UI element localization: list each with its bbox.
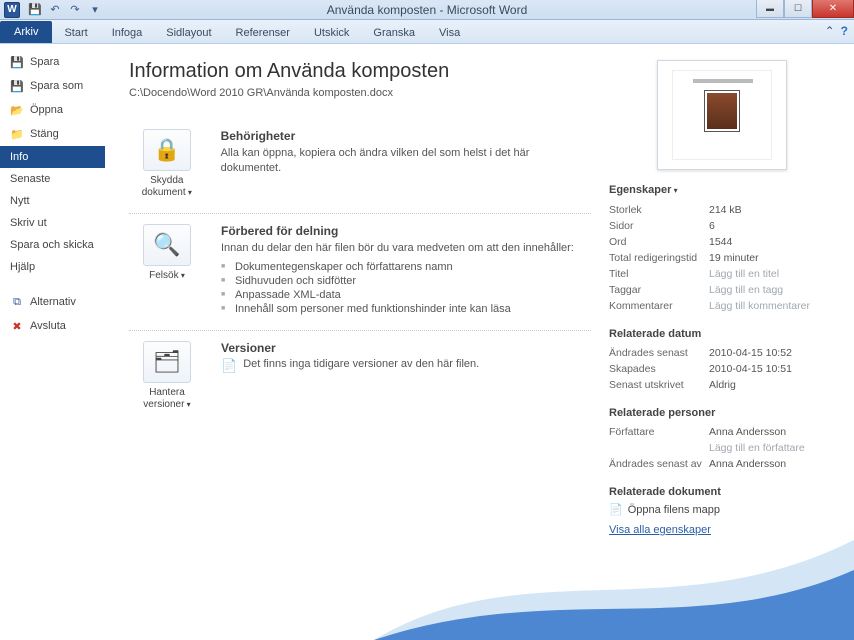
nav-save-as[interactable]: 💾Spara som xyxy=(0,74,105,98)
qat-undo-icon[interactable]: ↶ xyxy=(48,3,62,17)
info-pane: Information om Använda komposten C:\Doce… xyxy=(105,44,854,640)
prop-created: 2010-04-15 10:51 xyxy=(709,361,834,377)
document-path: C:\Docendo\Word 2010 GR\Använda komposte… xyxy=(129,87,591,99)
nav-print[interactable]: Skriv ut xyxy=(0,212,105,234)
tab-review[interactable]: Granska xyxy=(361,23,427,43)
prepare-intro: Innan du delar den här filen bör du vara… xyxy=(221,241,574,256)
list-item: Dokumentegenskaper och författarens namn xyxy=(221,260,574,274)
add-author-input[interactable]: Lägg till en författare xyxy=(709,440,834,456)
nav-recent[interactable]: Senaste xyxy=(0,168,105,190)
list-item: Sidhuvuden och sidfötter xyxy=(221,274,574,288)
prop-pages: 6 xyxy=(709,218,834,234)
exit-icon: ✖ xyxy=(10,319,24,333)
document-thumbnail[interactable] xyxy=(657,60,787,170)
properties-header[interactable]: Egenskaper xyxy=(609,184,834,196)
list-item: Anpassade XML-data xyxy=(221,288,574,302)
versions-text: Det finns inga tidigare versioner av den… xyxy=(243,358,479,370)
document-icon: 📄 xyxy=(221,358,237,374)
backstage-nav: 💾Spara 💾Spara som 📂Öppna 📁Stäng Info Sen… xyxy=(0,44,105,640)
prop-comments-input[interactable]: Lägg till kommentarer xyxy=(709,298,834,314)
people-table: FörfattareAnna Andersson Lägg till en fö… xyxy=(609,424,834,472)
window-controls xyxy=(756,0,854,18)
nav-info[interactable]: Info xyxy=(0,146,105,168)
save-icon: 💾 xyxy=(10,55,24,69)
backstage-view: 💾Spara 💾Spara som 📂Öppna 📁Stäng Info Sen… xyxy=(0,44,854,640)
versions-section: 🗂 Hantera versioner Versioner 📄 Det finn… xyxy=(129,331,591,425)
nav-close[interactable]: 📁Stäng xyxy=(0,122,105,146)
prop-title-input[interactable]: Lägg till en titel xyxy=(709,266,834,282)
people-header: Relaterade personer xyxy=(609,407,834,419)
ribbon-right-icons: ⌃ ? xyxy=(825,24,848,38)
dates-header: Relaterade datum xyxy=(609,328,834,340)
properties-table: Storlek214 kB Sidor6 Ord1544 Total redig… xyxy=(609,202,834,314)
prepare-section: 🔍 Felsök Förbered för delning Innan du d… xyxy=(129,214,591,331)
docs-header: Relaterade dokument xyxy=(609,486,834,498)
versions-heading: Versioner xyxy=(221,341,479,355)
close-icon: 📁 xyxy=(10,127,24,141)
nav-save[interactable]: 💾Spara xyxy=(0,50,105,74)
nav-open[interactable]: 📂Öppna xyxy=(0,98,105,122)
tab-insert[interactable]: Infoga xyxy=(100,23,155,43)
minimize-button[interactable] xyxy=(756,0,784,18)
nav-new[interactable]: Nytt xyxy=(0,190,105,212)
open-icon: 📂 xyxy=(10,103,24,117)
maximize-button[interactable] xyxy=(784,0,812,18)
permissions-section: 🔒 Skydda dokument Behörigheter Alla kan … xyxy=(129,119,591,214)
show-all-properties-link[interactable]: Visa alla egenskaper xyxy=(609,524,834,536)
dates-table: Ändrades senast2010-04-15 10:52 Skapades… xyxy=(609,345,834,393)
protect-document-button[interactable]: 🔒 Skydda dokument xyxy=(129,129,205,199)
save-as-icon: 💾 xyxy=(10,79,24,93)
page-title: Information om Använda komposten xyxy=(129,60,591,83)
qat-customize-icon[interactable]: ▾ xyxy=(88,3,102,17)
tab-layout[interactable]: Sidlayout xyxy=(154,23,223,43)
quick-access-toolbar: 💾 ↶ ↷ ▾ xyxy=(28,3,102,17)
shield-lock-icon: 🔒 xyxy=(143,129,191,171)
minimize-ribbon-icon[interactable]: ⌃ xyxy=(825,24,835,38)
permissions-heading: Behörigheter xyxy=(221,129,591,143)
qat-redo-icon[interactable]: ↷ xyxy=(68,3,82,17)
properties-pane: Egenskaper Storlek214 kB Sidor6 Ord1544 … xyxy=(609,60,834,630)
folder-icon: 📄 xyxy=(609,503,623,516)
tab-home[interactable]: Start xyxy=(52,23,99,43)
prepare-heading: Förbered för delning xyxy=(221,224,574,238)
inspect-button[interactable]: 🔍 Felsök xyxy=(129,224,205,316)
prop-last-modified-by: Anna Andersson xyxy=(709,456,834,472)
prop-edit-time: 19 minuter xyxy=(709,250,834,266)
tab-mailings[interactable]: Utskick xyxy=(302,23,361,43)
inspect-icon: 🔍 xyxy=(143,224,191,266)
tab-view[interactable]: Visa xyxy=(427,23,472,43)
prepare-list: Dokumentegenskaper och författarens namn… xyxy=(221,260,574,316)
nav-help[interactable]: Hjälp xyxy=(0,256,105,278)
options-icon: ⧉ xyxy=(10,295,24,309)
open-file-location[interactable]: 📄 Öppna filens mapp xyxy=(609,503,834,516)
prop-tags-input[interactable]: Lägg till en tagg xyxy=(709,282,834,298)
prop-modified: 2010-04-15 10:52 xyxy=(709,345,834,361)
ribbon-tabs: Arkiv Start Infoga Sidlayout Referenser … xyxy=(0,20,854,44)
prop-printed: Aldrig xyxy=(709,377,834,393)
prop-words: 1544 xyxy=(709,234,834,250)
qat-save-icon[interactable]: 💾 xyxy=(28,3,42,17)
list-item: Innehåll som personer med funktionshinde… xyxy=(221,302,574,316)
prop-author: Anna Andersson xyxy=(709,424,834,440)
nav-exit[interactable]: ✖Avsluta xyxy=(0,314,105,338)
close-window-button[interactable] xyxy=(812,0,854,18)
permissions-text: Alla kan öppna, kopiera och ändra vilken… xyxy=(221,146,591,177)
nav-share[interactable]: Spara och skicka xyxy=(0,234,105,256)
nav-options[interactable]: ⧉Alternativ xyxy=(0,290,105,314)
tab-references[interactable]: Referenser xyxy=(224,23,302,43)
versions-icon: 🗂 xyxy=(143,341,191,383)
help-icon[interactable]: ? xyxy=(841,24,848,38)
manage-versions-button[interactable]: 🗂 Hantera versioner xyxy=(129,341,205,411)
word-icon: W xyxy=(4,2,20,18)
title-bar: W 💾 ↶ ↷ ▾ Använda komposten - Microsoft … xyxy=(0,0,854,20)
tab-file[interactable]: Arkiv xyxy=(0,21,52,43)
window-title: Använda komposten - Microsoft Word xyxy=(327,3,528,17)
prop-size: 214 kB xyxy=(709,202,834,218)
